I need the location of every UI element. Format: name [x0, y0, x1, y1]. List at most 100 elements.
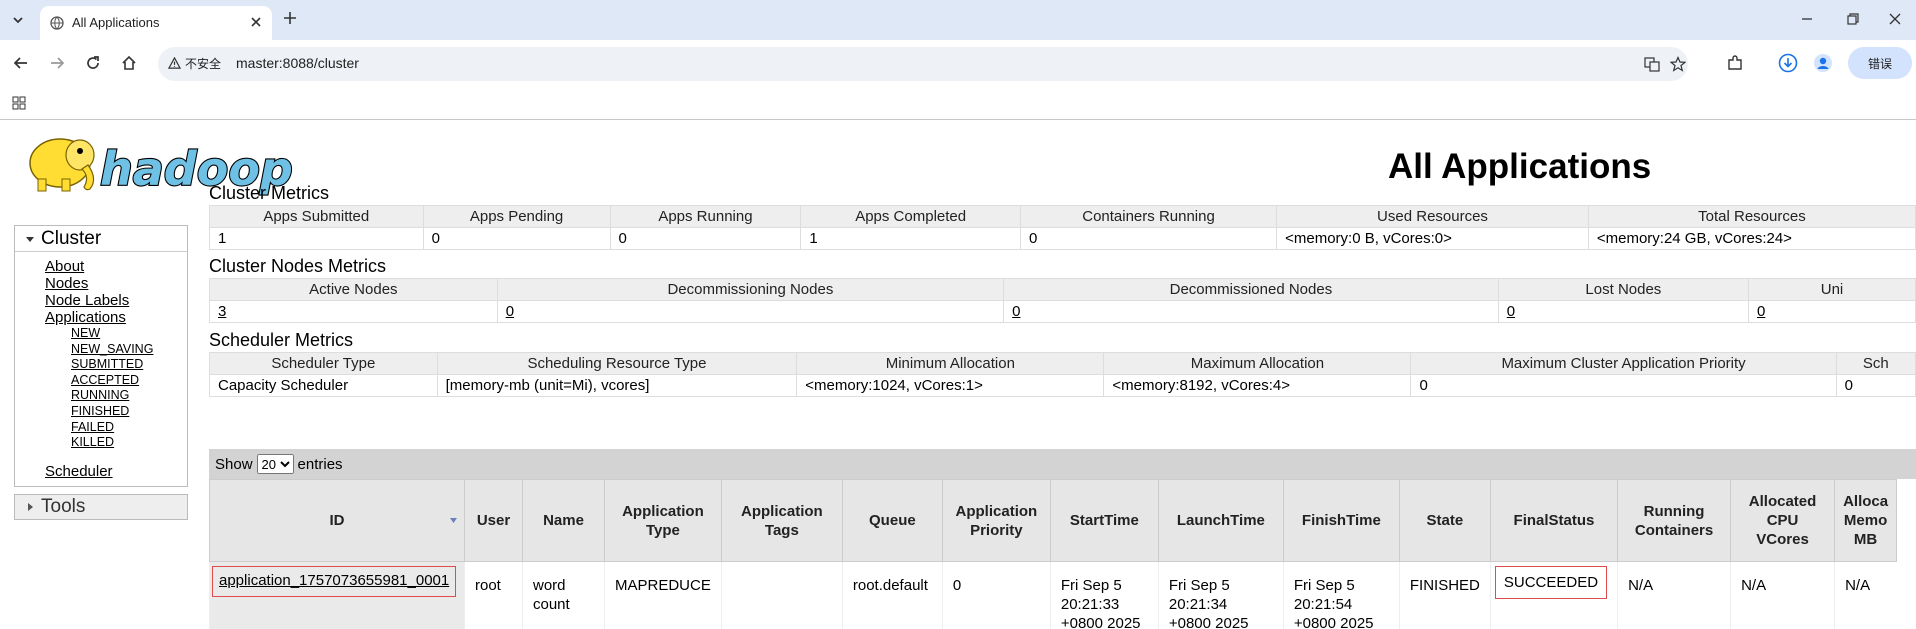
- minimum-allocation-value: <memory:1024, vCores:1>: [796, 374, 1105, 397]
- forward-icon[interactable]: [48, 54, 66, 72]
- col-allocated-vcores[interactable]: Allocated CPU VCores: [1730, 479, 1836, 562]
- cluster-panel-header[interactable]: Cluster: [15, 226, 187, 252]
- star-icon[interactable]: [1670, 56, 1686, 72]
- queue-cell: root.default: [841, 561, 943, 629]
- col-final-status[interactable]: FinalStatus: [1489, 479, 1619, 562]
- col-application-tags[interactable]: Application Tags: [720, 479, 843, 562]
- max-app-priority-value: 0: [1410, 374, 1837, 397]
- page-title: All Applications: [1388, 147, 1652, 186]
- restore-icon[interactable]: [1846, 12, 1860, 26]
- close-tab-icon[interactable]: [250, 16, 262, 28]
- col-scheduler-busy: Sch: [1835, 352, 1916, 375]
- nav-state-new[interactable]: NEW: [71, 326, 187, 342]
- nav-state-running[interactable]: RUNNING: [71, 388, 187, 404]
- unhealthy-nodes-link[interactable]: 0: [1757, 303, 1765, 320]
- col-application-type[interactable]: Application Type: [604, 479, 722, 562]
- apps-pending-value: 0: [422, 227, 611, 250]
- tools-panel-header[interactable]: Tools: [14, 493, 188, 520]
- launch-time-cell: Fri Sep 5 20:21:34 +0800 2025: [1157, 561, 1284, 629]
- scheduling-resource-type-value: [memory-mb (unit=Mi), vcores]: [436, 374, 798, 397]
- bookmarks-bar: [0, 86, 1916, 120]
- nav-link-nodes[interactable]: Nodes: [45, 275, 187, 292]
- reload-icon[interactable]: [84, 54, 102, 72]
- nav-link-node-labels[interactable]: Node Labels: [45, 292, 187, 309]
- tab-title: All Applications: [72, 15, 160, 30]
- running-containers-cell: N/A: [1617, 561, 1731, 629]
- node-metrics-table: Active Nodes Decommissioning Nodes Decom…: [209, 278, 1916, 323]
- home-icon[interactable]: [120, 54, 138, 72]
- lost-nodes-link[interactable]: 0: [1507, 303, 1515, 320]
- col-allocated-memory[interactable]: Alloca Memo MB: [1834, 479, 1898, 562]
- tab-strip: All Applications: [0, 0, 1916, 40]
- col-start-time[interactable]: StartTime: [1049, 479, 1159, 562]
- minimize-icon[interactable]: [1800, 12, 1814, 26]
- scheduler-metrics-row: Capacity Scheduler [memory-mb (unit=Mi),…: [209, 374, 1916, 397]
- apps-grid-icon[interactable]: [12, 96, 26, 110]
- caret-right-icon: [28, 502, 33, 511]
- col-user[interactable]: User: [464, 479, 523, 562]
- elephant-icon: [29, 138, 95, 192]
- col-active-nodes: Active Nodes: [209, 278, 498, 301]
- back-icon[interactable]: [12, 54, 30, 72]
- security-chip[interactable]: 不安全: [168, 55, 221, 72]
- nav-link-scheduler[interactable]: Scheduler: [45, 463, 187, 480]
- col-scheduling-resource-type: Scheduling Resource Type: [436, 352, 798, 375]
- window-close-icon[interactable]: [1888, 12, 1902, 26]
- browser-tab[interactable]: All Applications: [40, 6, 272, 40]
- decommissioning-nodes-link[interactable]: 0: [506, 303, 514, 320]
- col-max-app-priority: Maximum Cluster Application Priority: [1410, 352, 1837, 375]
- col-scheduler-type: Scheduler Type: [209, 352, 438, 375]
- scheduler-metrics-title: Scheduler Metrics: [209, 330, 354, 350]
- col-application-priority[interactable]: Application Priority: [941, 479, 1051, 562]
- application-tags-cell: [720, 561, 843, 629]
- col-launch-time[interactable]: LaunchTime: [1157, 479, 1284, 562]
- active-nodes-link[interactable]: 3: [218, 303, 226, 320]
- application-id-link[interactable]: application_1757073655981_0001: [219, 572, 449, 589]
- account-icon[interactable]: [1813, 53, 1833, 73]
- nav-state-finished[interactable]: FINISHED: [71, 404, 187, 420]
- show-label: Show: [215, 455, 253, 473]
- left-nav: Cluster About Nodes Node Labels Applicat…: [14, 225, 188, 520]
- nav-link-about[interactable]: About: [45, 258, 187, 275]
- col-name[interactable]: Name: [522, 479, 605, 562]
- name-cell: word count: [522, 561, 605, 629]
- col-queue[interactable]: Queue: [841, 479, 943, 562]
- nav-state-new-saving[interactable]: NEW_SAVING: [71, 342, 187, 358]
- finish-time-cell: Fri Sep 5 20:21:54 +0800 2025: [1282, 561, 1400, 629]
- tab-search-button[interactable]: [8, 10, 28, 30]
- profile-error-button[interactable]: 错误: [1848, 47, 1912, 79]
- col-running-containers[interactable]: Running Containers: [1617, 479, 1732, 562]
- col-lost-nodes: Lost Nodes: [1497, 278, 1750, 301]
- apps-submitted-value: 1: [209, 227, 424, 250]
- table-row: application_1757073655981_0001 root word…: [209, 561, 1897, 629]
- scheduler-metrics-table: Scheduler Type Scheduling Resource Type …: [209, 352, 1916, 397]
- total-resources-value: <memory:24 GB, vCores:24>: [1587, 227, 1916, 250]
- tools-panel-label: Tools: [41, 495, 86, 517]
- col-state[interactable]: State: [1398, 479, 1491, 562]
- security-label: 不安全: [185, 57, 222, 71]
- nav-state-accepted[interactable]: ACCEPTED: [71, 373, 187, 389]
- applications-table: ID User Name Application Type Applicatio…: [209, 479, 1898, 629]
- nav-state-failed[interactable]: FAILED: [71, 420, 187, 436]
- extensions-icon[interactable]: [1726, 54, 1744, 72]
- nav-link-applications[interactable]: Applications: [45, 309, 187, 326]
- scheduler-type-value: Capacity Scheduler: [209, 374, 438, 397]
- col-finish-time[interactable]: FinishTime: [1282, 479, 1400, 562]
- col-id[interactable]: ID: [209, 479, 465, 562]
- col-apps-completed: Apps Completed: [800, 205, 1021, 228]
- allocated-vcores-cell: N/A: [1730, 561, 1835, 629]
- cluster-metrics-row: 1 0 0 1 0 <memory:0 B, vCores:0> <memory…: [209, 227, 1916, 250]
- maximum-allocation-value: <memory:8192, vCores:4>: [1103, 374, 1412, 397]
- nav-state-submitted[interactable]: SUBMITTED: [71, 357, 187, 373]
- decommissioned-nodes-link[interactable]: 0: [1012, 303, 1020, 320]
- warning-icon: [168, 57, 181, 69]
- address-bar[interactable]: 不安全 master:8088/cluster: [158, 47, 1688, 81]
- download-icon[interactable]: [1778, 53, 1798, 73]
- priority-cell: 0: [941, 561, 1051, 629]
- new-tab-icon[interactable]: [282, 10, 298, 26]
- scheduler-busy-value: 0: [1835, 374, 1916, 397]
- page-size-select[interactable]: 20: [256, 454, 294, 474]
- translate-icon[interactable]: [1644, 56, 1660, 72]
- nav-state-killed[interactable]: KILLED: [71, 435, 187, 451]
- used-resources-value: <memory:0 B, vCores:0>: [1276, 227, 1589, 250]
